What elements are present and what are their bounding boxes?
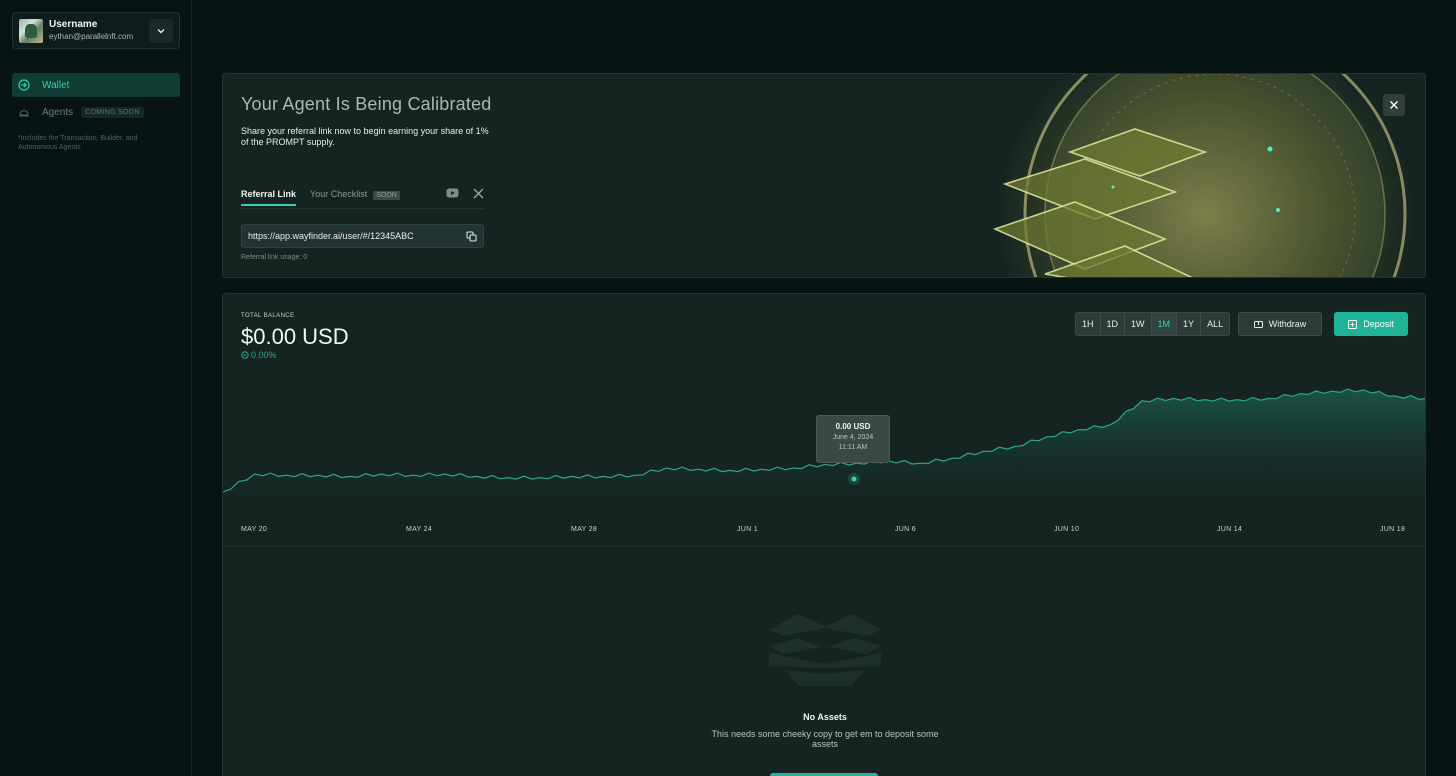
- sidebar-item-wallet[interactable]: Wallet: [12, 73, 180, 97]
- close-icon: [1390, 101, 1398, 109]
- x-tick-label: JUN 18: [1380, 526, 1406, 533]
- tooltip-time: 11:11 AM: [838, 444, 868, 451]
- chart-tooltip: 0.00 USD June 4, 2024 11:11 AM: [816, 415, 890, 463]
- user-email: eythan@parallelnft.com: [49, 32, 134, 41]
- referral-tabs: Referral Link Your Checklist SOON: [241, 186, 484, 209]
- deposit-icon: [1348, 319, 1358, 329]
- deposit-button[interactable]: Deposit: [1334, 312, 1408, 336]
- x-tick-label: JUN 10: [1054, 526, 1080, 533]
- empty-assets-logo-icon: [769, 614, 881, 686]
- time-range-selector: 1H 1D 1W 1M 1Y ALL: [1075, 312, 1231, 336]
- x-twitter-icon[interactable]: [473, 188, 484, 199]
- tab-referral-link[interactable]: Referral Link: [241, 186, 297, 206]
- withdraw-icon: [1253, 320, 1263, 328]
- x-tick-label: MAY 24: [406, 526, 433, 533]
- x-tick-label: JUN 1: [737, 526, 758, 533]
- x-tick-label: JUN 14: [1217, 526, 1243, 533]
- user-info: Username eythan@parallelnft.com: [49, 20, 149, 41]
- withdraw-label: Withdraw: [1268, 319, 1307, 329]
- coming-soon-badge: COMING SOON: [81, 106, 144, 118]
- tab-label: Your Checklist: [310, 189, 368, 199]
- range-1d-button[interactable]: 1D: [1100, 313, 1126, 335]
- chevron-down-icon: [157, 28, 165, 33]
- referral-link-value: https://app.wayfinder.ai/user/#/12345ABC: [248, 231, 414, 241]
- youtube-icon[interactable]: [446, 188, 459, 198]
- range-1h-button[interactable]: 1H: [1076, 313, 1101, 335]
- x-tick-label: MAY 20: [241, 526, 268, 533]
- tab-label: Referral Link: [241, 189, 297, 199]
- range-all-button[interactable]: ALL: [1201, 313, 1230, 335]
- sidebar-item-label: Agents: [42, 106, 74, 118]
- range-1m-button[interactable]: 1M: [1151, 313, 1178, 335]
- avatar: [19, 18, 43, 43]
- balance-change: 0.00%: [241, 350, 277, 360]
- sidebar-note: *Includes the Transaction, Builder, and …: [18, 135, 138, 151]
- user-name: Username: [49, 19, 98, 30]
- range-1w-button[interactable]: 1W: [1125, 313, 1152, 335]
- x-tick-label: JUN 6: [895, 526, 916, 533]
- range-1y-button[interactable]: 1Y: [1177, 313, 1202, 335]
- agents-icon: [18, 106, 30, 118]
- banner-coin-art: [925, 74, 1425, 277]
- tab-your-checklist[interactable]: Your Checklist SOON: [310, 186, 400, 205]
- change-indicator-icon: [241, 351, 249, 359]
- balance-change-value: 0.00%: [251, 350, 277, 360]
- tooltip-value: 0.00 USD: [835, 422, 871, 431]
- empty-state-description: This needs some cheeky copy to get em to…: [711, 729, 939, 749]
- balance-card: TOTAL BALANCE $0.00 USD 0.00% 1H 1D 1W 1…: [222, 293, 1426, 776]
- sidebar: Username eythan@parallelnft.com Wallet A…: [0, 0, 192, 776]
- banner-title: Your Agent Is Being Calibrated: [241, 94, 492, 114]
- total-balance-label: TOTAL BALANCE: [241, 313, 295, 319]
- deposit-label: Deposit: [1363, 319, 1394, 329]
- chart-hover-dot: [851, 476, 857, 482]
- copy-icon[interactable]: [466, 231, 477, 242]
- soon-badge: SOON: [373, 191, 400, 200]
- withdraw-button[interactable]: Withdraw: [1238, 312, 1322, 336]
- empty-state-title: No Assets: [803, 712, 847, 722]
- section-divider: [223, 546, 1425, 547]
- user-account-card[interactable]: Username eythan@parallelnft.com: [12, 12, 180, 49]
- referral-link-field[interactable]: https://app.wayfinder.ai/user/#/12345ABC: [241, 224, 484, 248]
- sidebar-item-agents[interactable]: Agents COMING SOON: [12, 100, 180, 124]
- tooltip-date: June 4, 2024: [832, 434, 874, 441]
- referral-usage: Referral link usage: 0: [241, 254, 308, 261]
- x-tick-label: MAY 28: [571, 526, 598, 533]
- sidebar-item-label: Wallet: [42, 79, 70, 91]
- wallet-icon: [18, 79, 30, 91]
- social-links: [446, 186, 484, 199]
- account-menu-button[interactable]: [149, 18, 173, 43]
- close-banner-button[interactable]: [1383, 94, 1405, 116]
- banner-description: Share your referral link now to begin ea…: [241, 126, 489, 147]
- calibration-banner: Your Agent Is Being Calibrated Share you…: [222, 73, 1426, 278]
- total-balance-amount: $0.00 USD: [241, 324, 349, 349]
